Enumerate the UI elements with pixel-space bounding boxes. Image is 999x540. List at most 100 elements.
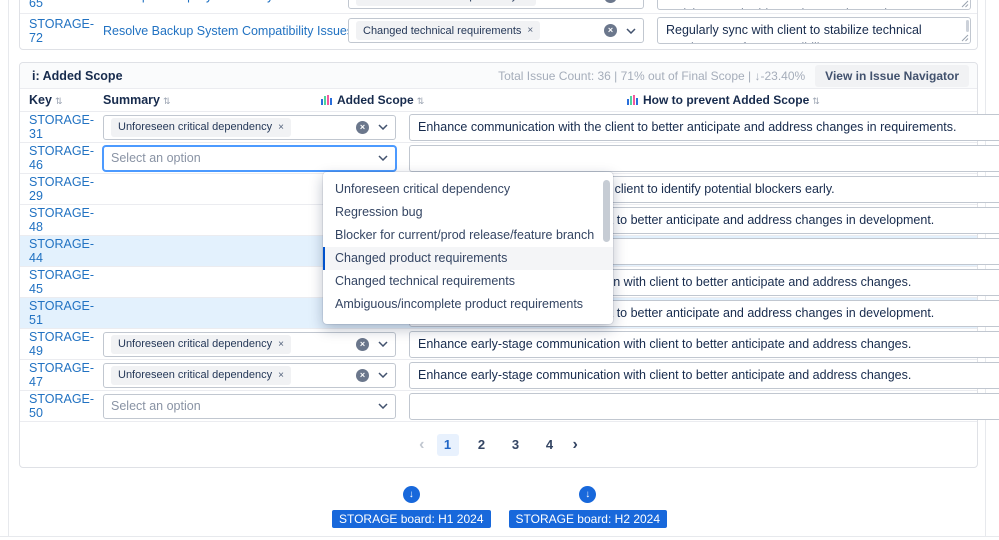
download-icon[interactable]: ↓ — [402, 486, 420, 503]
selected-scope-chip: Unforeseen critical dependency × — [111, 365, 291, 385]
pagination-next-icon[interactable]: › — [573, 436, 578, 454]
chevron-down-icon[interactable] — [378, 403, 388, 409]
page-bottom-border — [0, 536, 999, 537]
board-export-group: ↓ STORAGE board: H1 2024 — [331, 486, 491, 528]
column-header-key[interactable]: Key — [29, 93, 52, 107]
table-row: STORAGE-65 Develop Backup System Analyti… — [20, 0, 977, 13]
issue-key-link[interactable]: STORAGE-50 — [29, 392, 94, 420]
sort-icon[interactable]: ⇅ — [417, 96, 425, 106]
prevent-scope-textarea[interactable]: Enhance early-stage communication with c… — [409, 361, 999, 389]
clear-icon[interactable]: × — [604, 24, 617, 37]
chip-label: Unforeseen critical dependency — [363, 0, 517, 2]
chip-label: Unforeseen critical dependency — [118, 369, 273, 381]
chip-remove-icon[interactable]: × — [278, 370, 284, 381]
dropdown-scrollbar-thumb[interactable] — [603, 180, 610, 242]
clear-icon[interactable]: × — [356, 368, 369, 382]
previous-scope-table: STORAGE-65 Develop Backup System Analyti… — [19, 0, 978, 50]
resize-grip-icon[interactable] — [961, 0, 969, 8]
issue-key-link[interactable]: STORAGE-45 — [29, 268, 94, 296]
added-scope-select-open[interactable]: Select an option — [103, 145, 396, 171]
dropdown-option[interactable]: Regression bug — [323, 201, 613, 224]
table-row: STORAGE-47 Implement Backup Data Retenti… — [20, 359, 999, 390]
selected-scope-chip: Unforeseen critical dependency × — [111, 117, 291, 137]
chip-remove-icon[interactable]: × — [523, 0, 529, 2]
selected-scope-chip: Changed technical requirements × — [356, 21, 541, 40]
added-scope-select[interactable]: Changed technical requirements × × — [348, 18, 644, 43]
bar-chart-icon — [321, 95, 332, 105]
issue-key-link[interactable]: STORAGE-51 — [29, 299, 94, 327]
issue-key-link[interactable]: STORAGE-46 — [29, 144, 94, 172]
board-export-group: ↓ STORAGE board: H2 2024 — [508, 486, 668, 528]
textarea-scrollbar-thumb[interactable] — [966, 20, 969, 32]
added-scope-select[interactable]: Select an option — [103, 393, 396, 419]
chevron-down-icon[interactable] — [378, 341, 388, 347]
added-scope-select[interactable]: Unforeseen critical dependency × × — [103, 114, 396, 140]
selected-scope-chip: Unforeseen critical dependency × — [111, 334, 291, 354]
sort-icon[interactable]: ⇅ — [55, 96, 63, 106]
issue-key-link[interactable]: STORAGE-72 — [29, 17, 94, 45]
table-row: STORAGE-46 Develop Scalable Backup Solut… — [20, 142, 999, 173]
board-button-h1[interactable]: STORAGE board: H1 2024 — [331, 510, 491, 528]
chevron-down-icon[interactable] — [378, 372, 388, 378]
pagination-prev-icon[interactable]: ‹ — [419, 436, 424, 454]
issue-summary-link[interactable]: Develop Backup System Analytics Tools — [103, 0, 324, 3]
dropdown-option-selected[interactable]: Changed product requirements — [323, 247, 613, 270]
issue-summary-link[interactable]: Resolve Backup System Compatibility Issu… — [103, 24, 348, 38]
clear-icon[interactable]: × — [356, 337, 369, 351]
section-header: i: Added Scope Total Issue Count: 36 | 7… — [20, 63, 977, 89]
chip-label: Unforeseen critical dependency — [118, 121, 273, 133]
resize-grip-icon[interactable] — [961, 34, 969, 42]
added-scope-select[interactable]: Unforeseen critical dependency × × — [348, 0, 644, 9]
prevent-scope-textarea[interactable]: Enhance communication with client to bet… — [657, 0, 971, 10]
chevron-down-icon[interactable] — [626, 27, 636, 34]
issue-key-link[interactable]: STORAGE-48 — [29, 206, 94, 234]
board-button-h2[interactable]: STORAGE board: H2 2024 — [508, 510, 668, 528]
issue-key-link[interactable]: STORAGE-47 — [29, 361, 94, 389]
board-export-footer: ↓ STORAGE board: H1 2024 ↓ STORAGE board… — [0, 486, 999, 528]
added-scope-dropdown: Unforeseen critical dependency Regressio… — [323, 172, 613, 324]
pagination-page-3[interactable]: 3 — [505, 434, 527, 456]
chevron-down-icon[interactable] — [378, 155, 388, 161]
view-in-issue-navigator-button[interactable]: View in Issue Navigator — [815, 64, 969, 87]
selected-scope-chip: Unforeseen critical dependency × — [356, 0, 536, 6]
dropdown-option[interactable]: Unforeseen critical dependency — [323, 178, 613, 201]
issue-key-link[interactable]: STORAGE-65 — [29, 0, 94, 10]
prevent-scope-textarea[interactable]: Enhance communication with the client to… — [409, 113, 999, 141]
column-header-added-scope[interactable]: Added Scope — [337, 93, 414, 107]
dropdown-option[interactable]: Ambiguous/incomplete product requirement… — [323, 293, 613, 316]
sort-icon[interactable]: ⇅ — [163, 96, 171, 106]
pagination-page-1[interactable]: 1 — [436, 434, 459, 456]
chevron-down-icon[interactable] — [378, 124, 388, 130]
sort-icon[interactable]: ⇅ — [812, 96, 820, 106]
select-placeholder: Select an option — [111, 399, 201, 413]
table-row: STORAGE-72 Resolve Backup System Compati… — [20, 13, 977, 47]
pagination-page-2[interactable]: 2 — [471, 434, 493, 456]
dropdown-option[interactable]: Blocker for current/prod release/feature… — [323, 224, 613, 247]
added-scope-select[interactable]: Unforeseen critical dependency × × — [103, 362, 396, 388]
prevent-scope-textarea[interactable] — [409, 392, 999, 420]
pagination-page-4[interactable]: 4 — [539, 434, 561, 456]
added-scope-select[interactable]: Unforeseen critical dependency × × — [103, 331, 396, 357]
issue-key-link[interactable]: STORAGE-44 — [29, 237, 94, 265]
dropdown-option[interactable]: Changed technical requirements — [323, 270, 613, 293]
chip-remove-icon[interactable]: × — [278, 122, 284, 133]
prevent-scope-textarea[interactable]: Regularly sync with client to stabilize … — [657, 17, 971, 44]
column-header-row: Key ⇅ Summary ⇅ Added Scope ⇅ How to preven… — [20, 89, 977, 111]
issue-key-link[interactable]: STORAGE-31 — [29, 113, 94, 141]
prevent-scope-textarea[interactable] — [409, 144, 999, 172]
table-row: STORAGE-31 Develop Automated Backup Veri… — [20, 111, 999, 142]
clear-icon[interactable]: × — [356, 120, 369, 134]
page-left-border — [8, 0, 9, 536]
select-placeholder: Select an option — [111, 151, 201, 165]
issue-key-link[interactable]: STORAGE-29 — [29, 175, 94, 203]
clear-icon[interactable]: × — [604, 0, 617, 3]
chip-remove-icon[interactable]: × — [278, 339, 284, 350]
chip-remove-icon[interactable]: × — [527, 25, 533, 36]
table-row: STORAGE-49 Enhance Backup System Documen… — [20, 328, 999, 359]
download-icon[interactable]: ↓ — [579, 486, 597, 503]
column-header-summary[interactable]: Summary — [103, 93, 160, 107]
column-header-prevent[interactable]: How to prevent Added Scope — [643, 93, 809, 107]
section-title: i: Added Scope — [32, 68, 123, 83]
issue-key-link[interactable]: STORAGE-49 — [29, 330, 94, 358]
prevent-scope-textarea[interactable]: Enhance early-stage communication with c… — [409, 330, 999, 358]
